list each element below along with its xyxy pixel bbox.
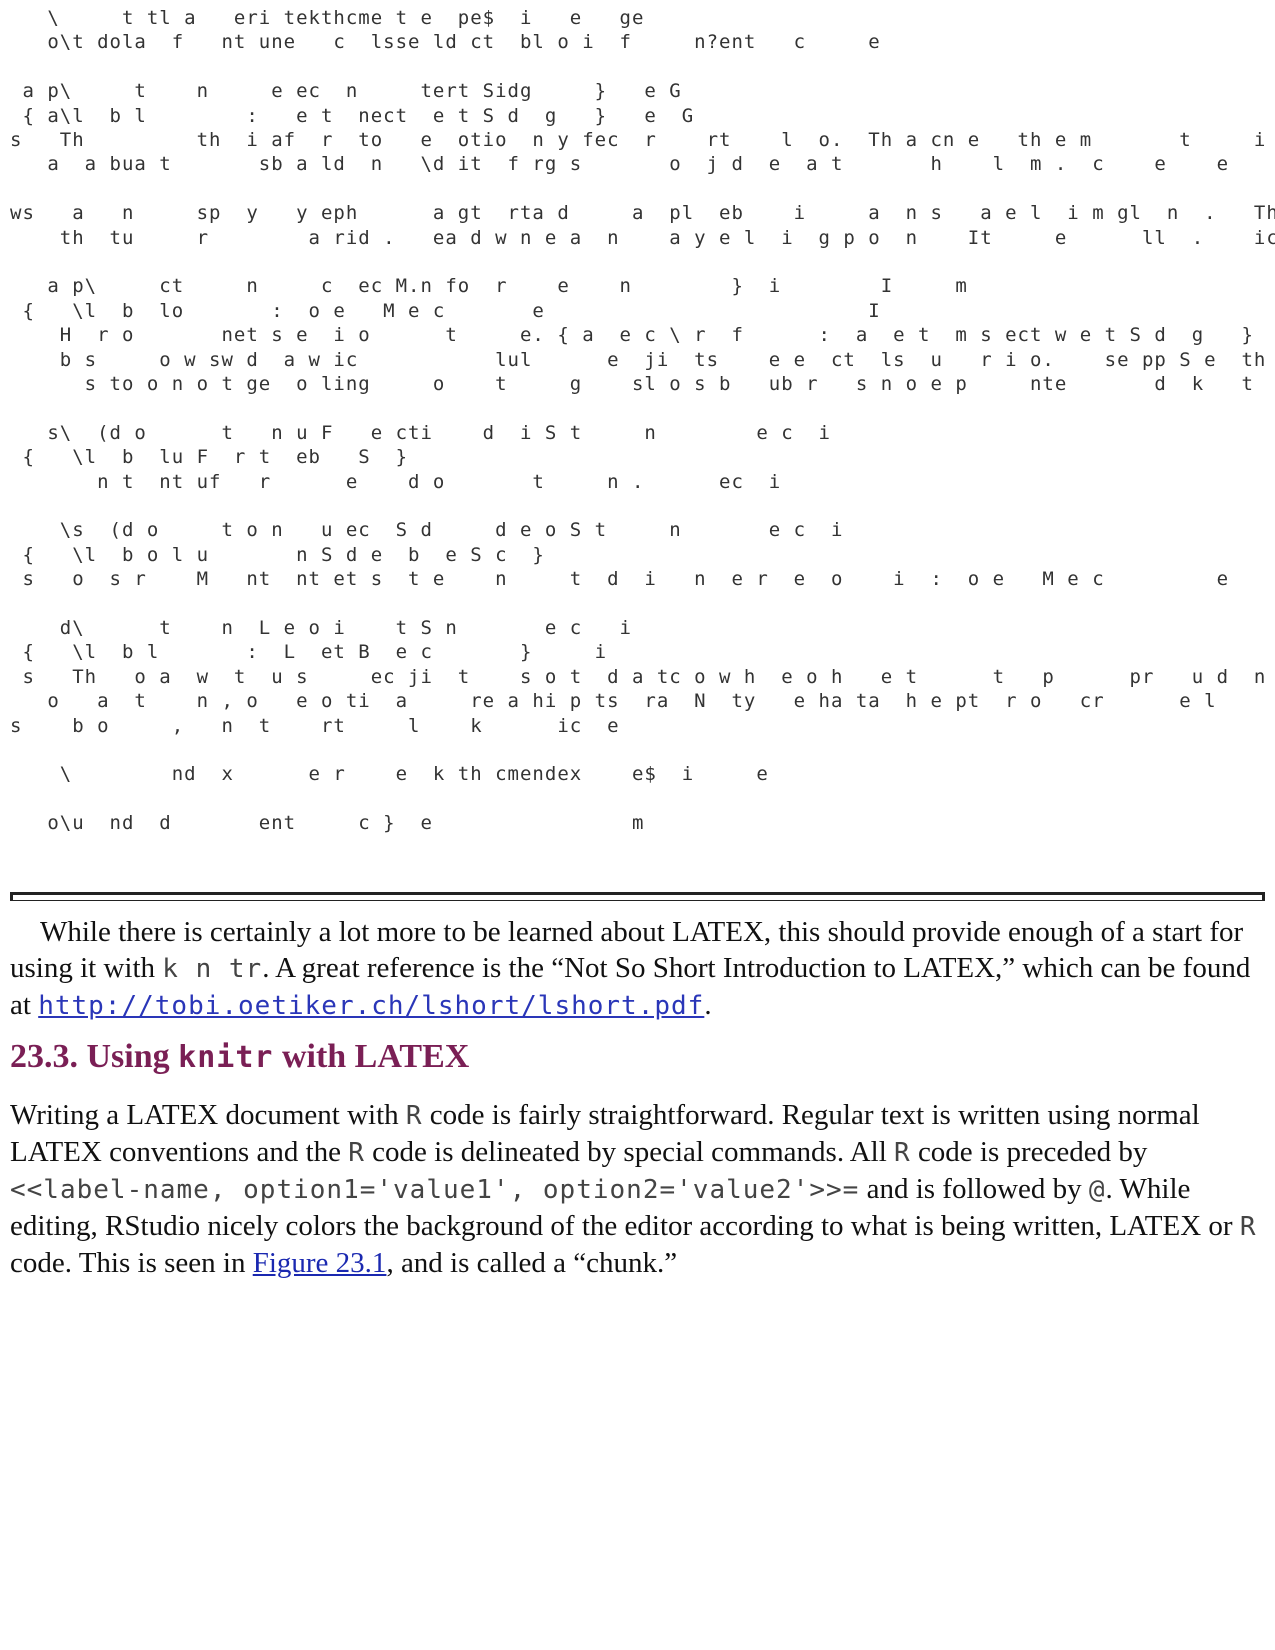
code-line: s o s r M nt nt et s t e n t d i n e r e… bbox=[22, 568, 1230, 591]
code-line: s b o , n t rt l k ic e bbox=[10, 714, 620, 737]
code-line: { \l b lo : o e M e c e I bbox=[10, 299, 881, 322]
code-line: b s o w sw d a w ic lul e ji ts e e ct l… bbox=[59, 348, 1267, 371]
code-line: a p\ t n e ec n tert Sidg } e G bbox=[10, 80, 682, 103]
code-line: n t nt uf r e d o t n . ec i bbox=[10, 470, 782, 493]
paragraph-text: code is preceded by bbox=[910, 1136, 1148, 1168]
code-line: H r o net s e i o t e. { a e c \ r f : a… bbox=[59, 324, 1254, 347]
paragraph-text: code. This is seen in bbox=[10, 1247, 253, 1279]
inline-code-r: R bbox=[1239, 1212, 1257, 1242]
code-line: \s (d o t o n u ec S d d e o S t n e c i bbox=[10, 519, 844, 542]
paragraph-text: and is followed by bbox=[859, 1173, 1089, 1205]
paragraph-text: code is delineated by special commands. … bbox=[364, 1136, 895, 1168]
paragraph-writing-latex: Writing a LATEX document with R code is … bbox=[10, 1097, 1268, 1281]
figure-23-1-link[interactable]: Figure 23.1 bbox=[253, 1247, 387, 1279]
heading-text: with LATEX bbox=[273, 1038, 470, 1075]
code-line: { a\l b l : e t nect e t S d g } e G bbox=[10, 104, 695, 127]
code-line: o a t n , o e o ti a re a hi p ts ra N t… bbox=[47, 690, 1217, 713]
inline-code-r: R bbox=[348, 1138, 365, 1168]
paragraph-text: . bbox=[704, 989, 712, 1021]
inline-code-r: R bbox=[894, 1138, 911, 1168]
code-line: a p\ ct n c ec M.n fo r e n } i I m bbox=[10, 275, 968, 298]
code-line: s Th o a w t u s ec ji t s o t d a tc o … bbox=[22, 665, 1267, 688]
paragraph-text: , and is called a “chunk.” bbox=[386, 1247, 678, 1279]
heading-text: Using bbox=[78, 1038, 179, 1075]
code-line: s\ (d o t n u F e cti d i S t n e c i bbox=[10, 421, 831, 444]
lshort-pdf-link[interactable]: http://tobi.oetiker.ch/lshort/lshort.pdf bbox=[38, 991, 704, 1021]
section-heading: 23.3. Using knitr with LATEX bbox=[10, 1035, 469, 1080]
paragraph-latex-intro: While there is certainly a lot more to b… bbox=[10, 914, 1268, 1024]
inline-code-knitr: k n tr bbox=[162, 954, 263, 984]
code-line: ws a n sp y y eph a gt rta d a pl eb i a… bbox=[10, 202, 1275, 225]
paragraph-text: Writing a LATEX document with bbox=[10, 1099, 406, 1131]
heading-code-knitr: knitr bbox=[178, 1040, 274, 1075]
code-line: o\t dola f nt une c lsse ld ct bl o i f … bbox=[10, 31, 881, 54]
code-line: \ t tl a eri tekthcme t e pe$ i e ge bbox=[10, 7, 645, 29]
inline-code-chunk-header: <<label-name, option1='value1', option2=… bbox=[10, 1175, 860, 1205]
section-divider bbox=[10, 892, 1265, 901]
code-line: s to o n o t ge o ling o t g sl o s b ub… bbox=[84, 373, 1254, 395]
code-line: o\u nd d ent c } e m bbox=[10, 812, 645, 835]
code-listing: \ t tl a eri tekthcme t e pe$ i e ge o\t… bbox=[0, 6, 1275, 886]
code-line: { \l b l : L et B e c } i bbox=[10, 641, 608, 664]
code-line: { \l b lu F r t eb S } bbox=[10, 446, 409, 469]
inline-code-chunk-end: @ bbox=[1088, 1175, 1106, 1205]
code-line: th tu r a rid . ea d w n e a n a y e l i… bbox=[59, 226, 1275, 249]
code-line: s Th th i af r to e otio n y fec r rt l … bbox=[10, 129, 1267, 151]
code-line: d\ t n L e o i t S n e c i bbox=[10, 617, 632, 639]
code-line: a a bua t sb a ld n \d it f rg s o j d e… bbox=[10, 153, 1275, 176]
code-line: \ nd x e r e k th cmendex e$ i e bbox=[10, 763, 769, 786]
code-line: { \l b o l u n S d e b e S c } bbox=[10, 543, 545, 566]
section-number: 23.3. bbox=[10, 1038, 78, 1075]
inline-code-r: R bbox=[405, 1101, 423, 1131]
